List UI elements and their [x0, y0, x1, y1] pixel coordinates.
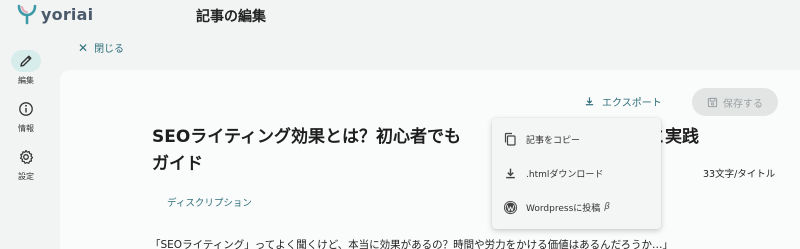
menu-item-label: Wordpressに投稿 — [526, 203, 601, 214]
download-icon — [585, 97, 594, 106]
info-icon — [11, 98, 41, 120]
app-logo[interactable]: yoriai — [16, 3, 93, 25]
save-button[interactable]: 保存する — [692, 88, 778, 116]
title-char-count: 33文字/タイトル — [703, 169, 776, 180]
sidebar-item-settings[interactable]: 設定 — [4, 146, 48, 190]
beta-badge: β — [604, 202, 611, 212]
export-button[interactable]: エクスポート — [584, 94, 662, 109]
sidebar-item-edit[interactable]: 編集 — [4, 50, 48, 94]
save-label: 保存する — [723, 98, 763, 110]
menu-item-label: 記事をコピー — [526, 135, 581, 146]
wordpress-icon — [502, 199, 518, 215]
article-body[interactable]: 「SEOライティング」ってよく聞くけど、本当に効果があるの？時間や労力をかける価… — [150, 237, 800, 249]
menu-item-label: .htmlダウンロード — [526, 169, 604, 180]
gear-icon — [11, 146, 41, 168]
sidebar-item-label: 編集 — [18, 76, 34, 85]
logo-icon — [17, 4, 37, 25]
save-icon — [707, 97, 718, 107]
export-label: エクスポート — [602, 98, 662, 109]
top-bar: yoriai 記事の編集 — [0, 0, 800, 36]
description-label: ディスクリプション — [167, 198, 252, 209]
pencil-icon — [11, 50, 41, 72]
sidebar-item-label: 情報 — [18, 124, 34, 133]
close-label: 閉じる — [94, 44, 125, 55]
sidebar-item-info[interactable]: 情報 — [4, 98, 48, 142]
app-name: yoriai — [41, 4, 94, 24]
close-button[interactable]: ✕ 閉じる — [78, 40, 125, 56]
export-menu: 記事をコピー .htmlダウンロード Wordpressに投稿 β — [492, 118, 661, 229]
page-title: 記事の編集 — [196, 9, 266, 25]
copy-icon — [502, 131, 518, 147]
close-icon: ✕ — [78, 40, 89, 55]
menu-item-wordpress-post[interactable]: Wordpressに投稿 β — [492, 192, 661, 222]
menu-item-html-download[interactable]: .htmlダウンロード — [492, 158, 661, 188]
sidebar-item-label: 設定 — [18, 172, 34, 181]
download-icon — [502, 165, 518, 181]
menu-item-copy-article[interactable]: 記事をコピー — [492, 124, 661, 154]
